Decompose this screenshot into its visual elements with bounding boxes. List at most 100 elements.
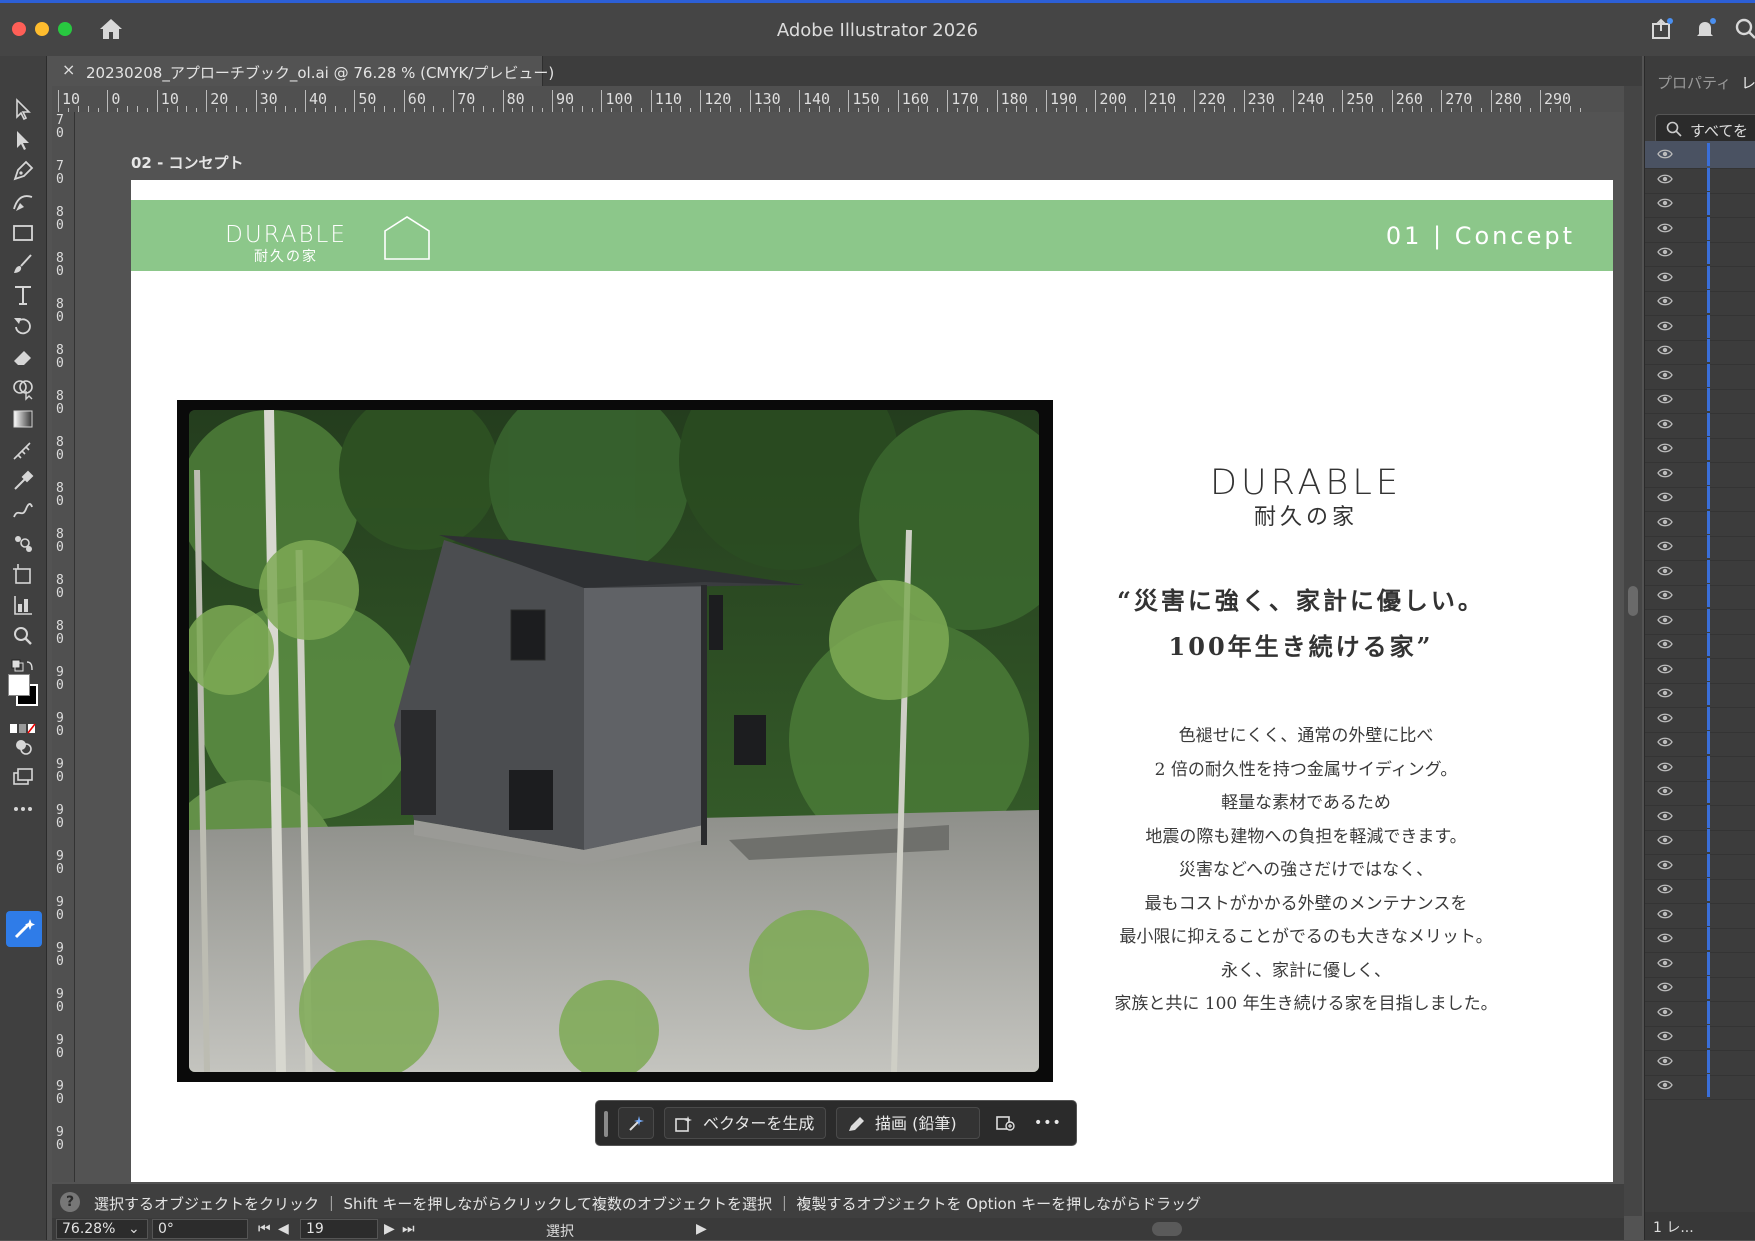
headline[interactable]: “災害に強く、家計に優しい。 100年生き続ける家” (1091, 578, 1511, 670)
eye-visibility-icon[interactable] (1657, 173, 1673, 185)
eye-visibility-icon[interactable] (1657, 761, 1673, 773)
eye-visibility-icon[interactable] (1657, 271, 1673, 283)
eye-visibility-icon[interactable] (1657, 467, 1673, 479)
eye-visibility-icon[interactable] (1657, 148, 1673, 160)
eye-visibility-icon[interactable] (1657, 246, 1673, 258)
eye-visibility-icon[interactable] (1657, 687, 1673, 699)
color-mode-icons[interactable] (10, 716, 36, 734)
artboard-number-field[interactable]: 19 (300, 1219, 378, 1239)
status-menu-arrow-icon[interactable]: ▶ (696, 1221, 707, 1237)
search-icon[interactable] (1734, 17, 1755, 41)
blend-tool-icon[interactable] (10, 499, 36, 525)
header-band[interactable]: DURABLE 耐久の家 01 | Concept (131, 200, 1613, 271)
horizontal-scroll-thumb[interactable] (1152, 1222, 1182, 1236)
artboard-label[interactable]: 02 - コンセプト (131, 152, 244, 173)
column-graph-tool-icon[interactable] (10, 592, 36, 618)
eraser-tool-icon[interactable] (10, 344, 36, 370)
gradient-tool-icon[interactable] (10, 406, 36, 432)
eye-visibility-icon[interactable] (1657, 295, 1673, 307)
eye-visibility-icon[interactable] (1657, 883, 1673, 895)
eye-visibility-icon[interactable] (1657, 614, 1673, 626)
more-options-button[interactable]: ••• (1026, 1107, 1066, 1139)
shape-builder-tool-icon[interactable] (10, 375, 36, 401)
document-tab[interactable]: × 20230208_アプローチブック_ol.ai @ 76.28 % (CMY… (52, 56, 554, 86)
selection-tool-icon[interactable] (10, 96, 36, 122)
eye-visibility-icon[interactable] (1657, 369, 1673, 381)
type-tool-icon[interactable] (10, 282, 36, 308)
paintbrush-tool-icon[interactable] (10, 251, 36, 277)
share-icon[interactable] (1650, 17, 1674, 41)
eye-visibility-icon[interactable] (1657, 565, 1673, 577)
eye-visibility-icon[interactable] (1657, 589, 1673, 601)
eye-visibility-icon[interactable] (1657, 785, 1673, 797)
rotate-tool-icon[interactable] (10, 313, 36, 339)
eye-visibility-icon[interactable] (1657, 418, 1673, 430)
more-tools-icon[interactable] (10, 796, 36, 822)
scroll-thumb[interactable] (1628, 586, 1638, 616)
symbol-sprayer-tool-icon[interactable] (10, 530, 36, 556)
eye-visibility-icon[interactable] (1657, 344, 1673, 356)
eye-visibility-icon[interactable] (1657, 516, 1673, 528)
previous-artboard-icon[interactable]: ◀ (278, 1221, 289, 1237)
eye-visibility-icon[interactable] (1657, 859, 1673, 871)
first-artboard-icon[interactable]: ⏮ (258, 1221, 271, 1237)
layer-row[interactable] (1645, 1072, 1755, 1100)
layers-search-input[interactable]: すべてを (1655, 114, 1755, 144)
next-artboard-icon[interactable]: ▶ (384, 1221, 395, 1237)
eye-visibility-icon[interactable] (1657, 1079, 1673, 1091)
vertical-ruler[interactable]: 70 70 80 80 80 80 80 80 80 80 80 80 90 90 90 90 90 90 90 90… (52, 112, 75, 1182)
eye-visibility-icon[interactable] (1657, 320, 1673, 332)
brand-logo[interactable]: DURABLE 耐久の家 (1181, 463, 1431, 531)
generative-ai-button[interactable] (618, 1107, 654, 1139)
pen-tool-icon[interactable] (10, 158, 36, 184)
mesh-tool-icon[interactable] (10, 437, 36, 463)
vertical-scrollbar[interactable] (1624, 86, 1642, 1216)
swap-fill-stroke-icon[interactable] (10, 654, 36, 672)
zoom-tool-icon[interactable] (10, 623, 36, 649)
rectangle-tool-icon[interactable] (10, 220, 36, 246)
eye-visibility-icon[interactable] (1657, 834, 1673, 846)
current-tool-label[interactable]: 選択 (546, 1221, 574, 1241)
canvas[interactable]: 02 - コンセプト DURABLE 耐久の家 01 | Concept DUR… (75, 112, 1624, 1182)
drawing-mode-icon[interactable] (10, 734, 36, 760)
eye-visibility-icon[interactable] (1657, 957, 1673, 969)
artboard-tool-icon[interactable] (10, 561, 36, 587)
curvature-tool-icon[interactable] (10, 189, 36, 215)
eye-visibility-icon[interactable] (1657, 540, 1673, 552)
generate-vector-button[interactable]: ベクターを生成 (664, 1107, 826, 1139)
eye-visibility-icon[interactable] (1657, 932, 1673, 944)
rotation-field[interactable]: 0° (152, 1219, 248, 1239)
eye-visibility-icon[interactable] (1657, 1055, 1673, 1067)
eye-visibility-icon[interactable] (1657, 393, 1673, 405)
draw-pencil-button[interactable]: 描画 (鉛筆) (836, 1107, 980, 1139)
eye-visibility-icon[interactable] (1657, 197, 1673, 209)
eye-visibility-icon[interactable] (1657, 442, 1673, 454)
eye-visibility-icon[interactable] (1657, 981, 1673, 993)
eye-visibility-icon[interactable] (1657, 491, 1673, 503)
direct-selection-tool-icon[interactable] (10, 127, 36, 153)
horizontal-ruler[interactable]: 10 0 10 20 30 40 50 60 70 80 90 100 110 120 130 140 150 1… (52, 86, 1624, 113)
fill-stroke-swatch[interactable] (8, 674, 40, 706)
tab-properties[interactable]: プロパティ (1657, 72, 1731, 93)
screen-mode-icon[interactable] (10, 764, 36, 790)
drag-handle[interactable] (604, 1111, 608, 1137)
help-icon[interactable]: ? (60, 1192, 80, 1212)
house-outline-icon[interactable] (383, 215, 431, 261)
eye-visibility-icon[interactable] (1657, 663, 1673, 675)
eye-visibility-icon[interactable] (1657, 222, 1673, 234)
photo-frame[interactable] (177, 400, 1053, 1082)
section-title[interactable]: 01 | Concept (1386, 222, 1575, 250)
chevron-down-icon[interactable]: ⌄ (128, 1221, 140, 1237)
eye-visibility-icon[interactable] (1657, 1030, 1673, 1042)
eye-visibility-icon[interactable] (1657, 908, 1673, 920)
add-to-library-button[interactable] (990, 1107, 1022, 1139)
eye-visibility-icon[interactable] (1657, 810, 1673, 822)
generative-ai-tool-icon[interactable] (6, 911, 42, 947)
eye-visibility-icon[interactable] (1657, 1006, 1673, 1018)
house-photo[interactable] (189, 410, 1039, 1072)
header-logo[interactable]: DURABLE 耐久の家 (211, 222, 361, 266)
eye-visibility-icon[interactable] (1657, 638, 1673, 650)
eye-visibility-icon[interactable] (1657, 736, 1673, 748)
body-copy[interactable]: 色褪せにくく、通常の外壁に比べ 2 倍の耐久性を持つ金属サイディング。 軽量な素… (1091, 720, 1521, 1022)
last-artboard-icon[interactable]: ⏭ (402, 1221, 415, 1237)
